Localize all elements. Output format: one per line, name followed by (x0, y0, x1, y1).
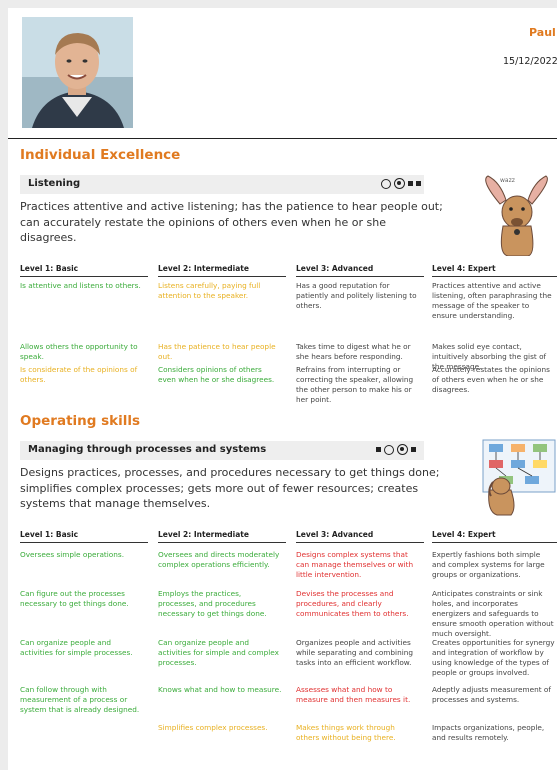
level-cell: Has the patience to hear people out. (158, 342, 276, 361)
level-cell: Can follow through with measurement of a… (20, 685, 140, 714)
section-title: Operating skills (20, 413, 141, 429)
level-header: Level 3: Advanced (296, 264, 374, 273)
competency-title: Listening (28, 178, 81, 189)
rating-square-icon (416, 181, 421, 186)
level-header: Level 1: Basic (20, 530, 79, 539)
header-divider (8, 138, 557, 139)
competency-description: Designs practices, processes, and proced… (20, 466, 440, 510)
level-cell: Allows others the opportunity to speak. (20, 342, 138, 361)
competency-title: Managing through processes and systems (28, 444, 267, 455)
rating-selected-icon (394, 178, 405, 189)
level-cell: Is attentive and listens to others. (20, 281, 141, 290)
level-cell: Can figure out the processes necessary t… (20, 589, 129, 608)
level-header: Level 2: Intermediate (158, 530, 249, 539)
section-title: Individual Excellence (20, 147, 181, 163)
level-header: Level 2: Intermediate (158, 264, 249, 273)
level-cell: Is considerate of the opinions of others… (20, 365, 138, 384)
level-cell: Takes time to digest what he or she hear… (296, 342, 411, 361)
employee-name: Paul (529, 26, 556, 39)
level-header: Level 3: Advanced (296, 530, 374, 539)
competency-bar: Managing through processes and systems (20, 441, 424, 460)
level-header: Level 4: Expert (432, 530, 496, 539)
rating-selected-icon (397, 444, 408, 455)
level-cell: Considers opinions of others even when h… (158, 365, 275, 384)
column-rule (20, 276, 148, 277)
level-cell: Simplifies complex processes. (158, 723, 268, 732)
dog-with-flowchart-illustration (481, 438, 557, 516)
column-rule (296, 276, 424, 277)
rating-square-icon (376, 447, 381, 452)
svg-text:wazz: wazz (500, 177, 515, 184)
level-cell: Employs the practices, processes, and pr… (158, 589, 267, 618)
competency-description: Practices attentive and active listening… (20, 200, 443, 244)
level-cell: Listens carefully, paying full attention… (158, 281, 261, 300)
level-cell: Impacts organizations, people, and resul… (432, 723, 545, 742)
rating-indicator (376, 444, 416, 455)
rating-ring-icon (381, 178, 391, 189)
column-rule (432, 276, 557, 277)
rating-indicator (381, 178, 421, 189)
level-cell: Can organize people and activities for s… (20, 638, 133, 657)
level-cell: Expertly fashions both simple and comple… (432, 550, 545, 579)
rating-ring-icon (384, 444, 394, 455)
level-cell: Anticipates constraints or sink holes, a… (432, 589, 554, 638)
level-cell: Refrains from interrupting or correcting… (296, 365, 414, 404)
rating-square-icon (408, 181, 413, 186)
level-header: Level 4: Expert (432, 264, 496, 273)
level-cell: Oversees and directs moderately complex … (158, 550, 280, 569)
level-cell: Assesses what and how to measure and the… (296, 685, 411, 704)
competency-bar: Listening (20, 175, 424, 194)
column-rule (158, 276, 286, 277)
level-cell: Makes things work through others without… (296, 723, 396, 742)
level-cell: Accurately restates the opinions of othe… (432, 365, 550, 394)
level-cell: Practices attentive and active listening… (432, 281, 552, 320)
level-cell: Devises the processes and procedures, an… (296, 589, 409, 618)
level-cell: Has a good reputation for patiently and … (296, 281, 417, 310)
level-cell: Knows what and how to measure. (158, 685, 282, 694)
column-rule (158, 542, 286, 543)
profile-report-page: Paul 15/12/2022 Individual Excellence Li… (8, 8, 557, 770)
dog-with-big-ears-illustration: wazz (478, 174, 557, 257)
level-header: Level 1: Basic (20, 264, 79, 273)
rating-square-icon (411, 447, 416, 452)
column-rule (432, 542, 557, 543)
profile-photo (22, 17, 133, 128)
report-date: 15/12/2022 (503, 56, 557, 67)
level-cell: Designs complex systems that can manage … (296, 550, 414, 579)
level-cell: Can organize people and activities for s… (158, 638, 279, 667)
column-rule (296, 542, 424, 543)
column-rule (20, 542, 148, 543)
level-cell: Adeptly adjusts measurement of processes… (432, 685, 551, 704)
level-cell: Organizes people and activities while se… (296, 638, 413, 667)
level-cell: Oversees simple operations. (20, 550, 125, 559)
level-cell: Creates opportunities for synergy and in… (432, 638, 555, 677)
